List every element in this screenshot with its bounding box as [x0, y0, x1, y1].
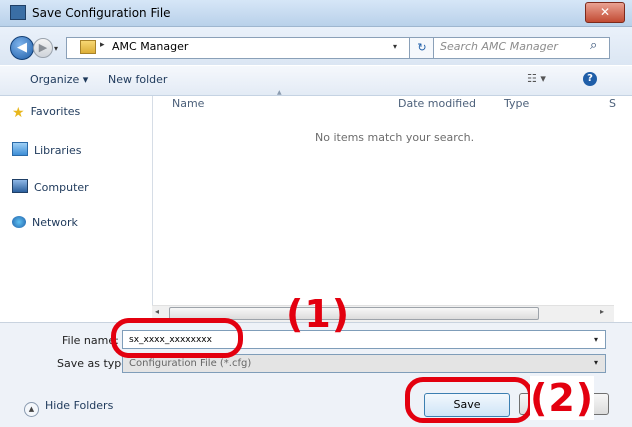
libraries-icon — [12, 142, 28, 156]
views-menu-icon[interactable]: ☷ ▾ — [527, 72, 546, 85]
scroll-right-icon[interactable]: ▸ — [600, 307, 604, 316]
callout-outline-2 — [405, 377, 533, 423]
sidebar-item-favorites[interactable]: ★ Favorites — [12, 105, 80, 123]
new-folder-button[interactable]: New folder — [108, 73, 167, 86]
organize-menu[interactable]: Organize ▾ — [30, 73, 88, 86]
folder-icon — [80, 40, 96, 54]
breadcrumb-arrow-icon[interactable]: ▸ — [100, 40, 105, 50]
sort-arrow-icon: ▲ — [277, 89, 282, 96]
network-icon — [12, 216, 26, 228]
sidebar-item-libraries[interactable]: Libraries — [12, 142, 82, 160]
breadcrumb-folder[interactable]: AMC Manager — [112, 40, 188, 53]
sidebar-item-label: Libraries — [34, 144, 82, 157]
search-icon[interactable]: ⌕ — [590, 38, 597, 53]
hide-folders-button[interactable]: ▲ Hide Folders — [24, 399, 113, 417]
hide-folders-label: Hide Folders — [45, 399, 114, 412]
scroll-left-icon[interactable]: ◂ — [155, 307, 159, 316]
search-placeholder: Search AMC Manager — [440, 40, 558, 53]
collapse-icon: ▲ — [24, 402, 39, 417]
column-header-name[interactable]: Name — [172, 97, 204, 110]
save-as-type-label: Save as type: — [57, 357, 132, 370]
column-header-date-modified[interactable]: Date modified — [398, 97, 476, 110]
file-name-dropdown-icon[interactable]: ▾ — [594, 335, 598, 344]
window-title: Save Configuration File — [32, 6, 171, 20]
callout-label-1: (1) — [286, 292, 351, 336]
back-button[interactable]: ◀ — [10, 36, 34, 60]
address-dropdown-icon[interactable]: ▾ — [393, 42, 397, 51]
sidebar-item-network[interactable]: Network — [12, 216, 78, 234]
forward-button[interactable]: ▶ — [33, 38, 53, 58]
star-icon: ★ — [12, 105, 25, 121]
sidebar-item-label: Network — [32, 216, 78, 229]
empty-list-message: No items match your search. — [315, 131, 475, 144]
close-button[interactable]: ✕ — [585, 2, 625, 23]
computer-icon — [12, 179, 28, 193]
callout-label-2: (2) — [530, 376, 595, 420]
navigation-pane — [0, 96, 153, 322]
sidebar-item-label: Computer — [34, 181, 89, 194]
sidebar-item-label: Favorites — [30, 105, 81, 118]
sidebar-item-computer[interactable]: Computer — [12, 179, 89, 197]
column-header-size[interactable]: S — [609, 97, 616, 110]
callout-outline-1 — [111, 318, 243, 358]
window-icon — [10, 5, 26, 20]
column-header-type[interactable]: Type — [504, 97, 529, 110]
refresh-button[interactable]: ↻ — [409, 37, 435, 59]
save-as-type-dropdown-icon[interactable]: ▾ — [594, 358, 598, 367]
history-dropdown-icon[interactable]: ▾ — [54, 44, 58, 53]
help-icon[interactable]: ? — [583, 72, 597, 86]
